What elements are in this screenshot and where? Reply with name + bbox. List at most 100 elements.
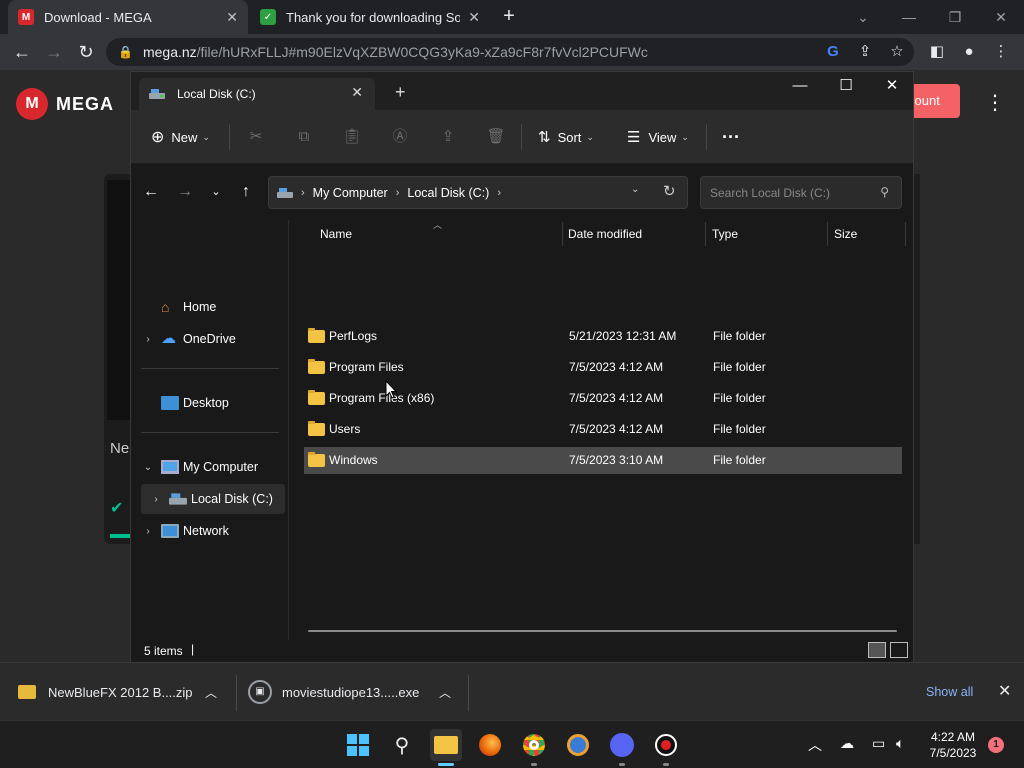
- chrome-icon[interactable]: [518, 729, 550, 761]
- column-header-name[interactable]: Name: [312, 220, 562, 248]
- collapse-chevron-icon[interactable]: ⌄: [141, 462, 155, 473]
- sort-button[interactable]: ⇅ Sort ⌄: [538, 124, 594, 150]
- share-icon[interactable]: ⇪: [854, 41, 876, 63]
- new-tab-button[interactable]: +: [498, 5, 520, 27]
- file-row-users[interactable]: Users 7/5/2023 4:12 AM File folder: [304, 416, 902, 443]
- separator: [706, 124, 707, 150]
- download-options-chevron-icon[interactable]: ︿: [439, 684, 451, 701]
- new-button[interactable]: ⊕ New ⌄: [151, 124, 210, 150]
- volume-icon[interactable]: 🔈︎: [896, 735, 904, 752]
- column-divider[interactable]: [905, 222, 906, 246]
- mega-menu-icon[interactable]: ⋮: [985, 90, 1005, 115]
- download-options-chevron-icon[interactable]: ︿: [205, 684, 217, 701]
- exe-file-icon: ▣: [248, 680, 272, 704]
- rename-icon[interactable]: Ⓐ: [389, 126, 411, 148]
- close-explorer-tab-icon[interactable]: ✕: [351, 84, 363, 101]
- minimize-browser-icon[interactable]: —: [886, 0, 932, 34]
- refresh-icon[interactable]: ↻: [663, 182, 676, 200]
- profile-icon[interactable]: ●: [958, 41, 980, 63]
- paste-icon[interactable]: 📋︎: [341, 126, 363, 148]
- local-disk-icon: [169, 493, 187, 505]
- file-name: Users: [329, 422, 361, 436]
- tab-mega-download[interactable]: M Download - MEGA ✕: [8, 0, 248, 34]
- share-icon[interactable]: ⇪: [437, 126, 459, 148]
- tab-search-chevron-icon[interactable]: ⌄: [840, 0, 886, 34]
- brave-shield-icon[interactable]: [562, 729, 594, 761]
- back-arrow-icon[interactable]: ←: [10, 40, 34, 64]
- notification-badge[interactable]: 1: [988, 737, 1004, 753]
- nav-item-home[interactable]: ⌂ Home: [141, 292, 285, 322]
- firefox-icon[interactable]: [474, 729, 506, 761]
- expand-chevron-icon[interactable]: ›: [141, 526, 155, 537]
- side-panel-icon[interactable]: ◧: [926, 41, 948, 63]
- horizontal-scrollbar[interactable]: [308, 630, 897, 632]
- discord-icon[interactable]: [606, 729, 638, 761]
- download-filename: NewBlueFX 2012 B....zip: [48, 684, 193, 700]
- nav-item-onedrive[interactable]: › ☁ OneDrive: [141, 324, 285, 354]
- start-windows-icon[interactable]: [342, 729, 374, 761]
- system-clock[interactable]: 4:22 AM 7/5/2023: [924, 729, 982, 761]
- close-explorer-icon[interactable]: ✕: [869, 72, 915, 102]
- record-icon[interactable]: [650, 729, 682, 761]
- expand-chevron-icon[interactable]: ›: [141, 334, 155, 345]
- file-row-program-files[interactable]: Program Files 7/5/2023 4:12 AM File fold…: [304, 354, 902, 381]
- column-header-date-modified[interactable]: Date modified: [560, 220, 700, 248]
- nav-item-network[interactable]: › Network: [141, 516, 285, 546]
- view-button[interactable]: ☰ View ⌄: [627, 124, 689, 150]
- breadcrumb-local-disk[interactable]: Local Disk (C:): [407, 186, 489, 200]
- cloud-sync-icon[interactable]: ☁: [840, 735, 854, 752]
- recent-locations-chevron-icon[interactable]: ⌄: [206, 182, 226, 202]
- address-bar[interactable]: 🔒 mega.nz/file/hURxFLLJ#m90ElzVqXZBW0CQG…: [106, 38, 914, 66]
- mega-logo[interactable]: M MEGA: [16, 88, 114, 120]
- address-history-chevron-icon[interactable]: ⌄: [631, 184, 639, 195]
- up-arrow-icon[interactable]: ↑: [236, 182, 256, 202]
- show-hidden-icons-chevron-icon[interactable]: ︿: [808, 735, 822, 755]
- tiles-view-icon[interactable]: [890, 642, 908, 658]
- nav-item-local-disk[interactable]: › Local Disk (C:): [141, 484, 285, 514]
- delete-icon[interactable]: 🗑︎: [485, 126, 507, 148]
- file-row-windows[interactable]: Windows 7/5/2023 3:10 AM File folder: [304, 447, 902, 474]
- close-tab-icon[interactable]: ✕: [226, 9, 238, 26]
- bookmark-star-icon[interactable]: ☆: [886, 41, 908, 63]
- file-row-perflogs[interactable]: PerfLogs 5/21/2023 12:31 AM File folder: [304, 323, 902, 350]
- breadcrumb-my-computer[interactable]: My Computer: [313, 186, 388, 200]
- browser-menu-icon[interactable]: ⋮: [990, 41, 1012, 63]
- show-all-downloads-link[interactable]: Show all: [926, 685, 973, 699]
- cut-icon[interactable]: ✂: [245, 126, 267, 148]
- chevron-down-icon: ⌄: [586, 131, 594, 142]
- sort-arrows-icon: ⇅: [538, 129, 551, 146]
- minimize-explorer-icon[interactable]: —: [777, 72, 823, 102]
- download-item-newbluefx[interactable]: NewBlueFX 2012 B....zip ︿: [18, 663, 238, 721]
- search-icon[interactable]: ⚲: [386, 729, 418, 761]
- network-status-icon[interactable]: ▭: [872, 735, 885, 752]
- column-header-type[interactable]: Type: [704, 220, 822, 248]
- tab-thank-you[interactable]: ✓ Thank you for downloading Sony ✕: [250, 0, 490, 34]
- close-tab-icon[interactable]: ✕: [468, 9, 480, 26]
- restore-browser-icon[interactable]: ❐: [932, 0, 978, 34]
- explorer-tab[interactable]: Local Disk (C:) ✕: [139, 78, 375, 110]
- close-shelf-icon[interactable]: ✕: [998, 681, 1011, 701]
- search-input[interactable]: Search Local Disk (C:) ⚲: [700, 176, 902, 209]
- more-options-icon[interactable]: ···: [722, 124, 740, 150]
- reload-icon[interactable]: ↻: [74, 40, 98, 64]
- file-type: File folder: [713, 422, 766, 436]
- details-view-icon[interactable]: [868, 642, 886, 658]
- download-item-moviestudio[interactable]: ▣ moviestudiope13.....exe ︿: [248, 663, 468, 721]
- file-explorer-icon[interactable]: [430, 729, 462, 761]
- expand-chevron-icon[interactable]: ›: [149, 494, 163, 505]
- explorer-new-tab-button[interactable]: +: [395, 82, 406, 103]
- item-count: 5 items: [144, 644, 183, 658]
- column-header-size[interactable]: Size: [826, 220, 904, 248]
- file-explorer-window: Local Disk (C:) ✕ + — ☐ ✕ ⊕ New ⌄ ✂ ⧉ 📋︎…: [130, 71, 914, 662]
- nav-item-my-computer[interactable]: ⌄ My Computer: [141, 452, 285, 482]
- forward-arrow-icon[interactable]: →: [42, 40, 66, 64]
- copy-icon[interactable]: ⧉: [293, 126, 315, 148]
- this-pc-icon: [277, 187, 293, 198]
- explorer-address-bar[interactable]: › My Computer › Local Disk (C:) ›: [268, 176, 688, 209]
- google-lens-icon[interactable]: G: [822, 41, 844, 63]
- back-arrow-icon[interactable]: ←: [141, 182, 161, 202]
- forward-arrow-icon[interactable]: →: [175, 182, 195, 202]
- close-browser-icon[interactable]: ✕: [978, 0, 1024, 34]
- maximize-explorer-icon[interactable]: ☐: [823, 72, 869, 102]
- nav-item-desktop[interactable]: Desktop: [141, 388, 285, 418]
